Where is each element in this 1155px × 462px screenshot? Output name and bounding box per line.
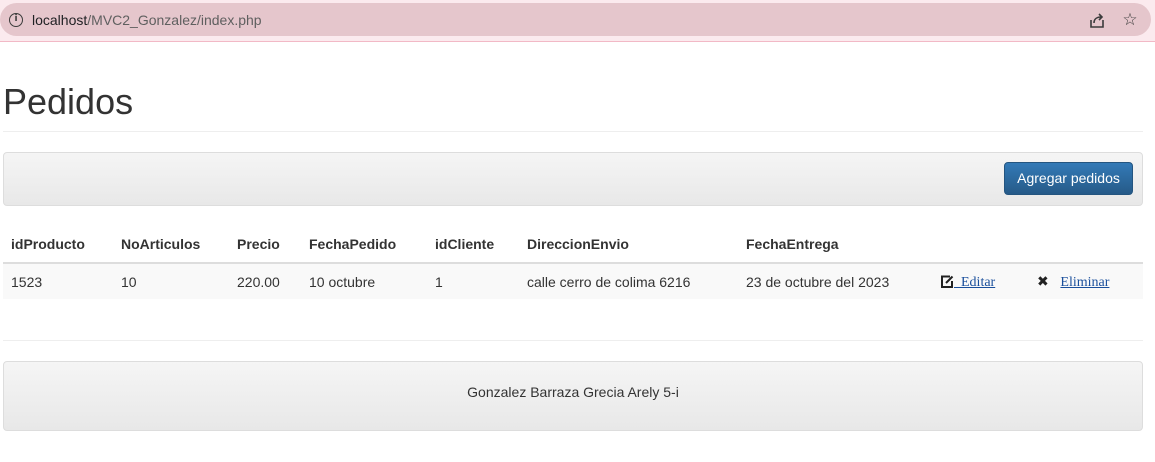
delete-link[interactable]: Eliminar [1060, 275, 1109, 290]
cell-noarticulos: 10 [113, 263, 229, 299]
bookmark-star-icon[interactable]: ☆ [1120, 10, 1140, 30]
remove-icon[interactable]: ✖ [1037, 274, 1049, 290]
header-direccionenvio: DireccionEnvio [519, 226, 738, 264]
title-divider [3, 131, 1143, 132]
add-order-button[interactable]: Agregar pedidos [1004, 162, 1133, 195]
header-fechaentrega: FechaEntrega [738, 226, 932, 264]
share-icon[interactable] [1088, 12, 1106, 30]
edit-cell: Editar [932, 263, 1029, 299]
cell-fechapedido: 10 octubre [301, 263, 427, 299]
browser-toolbar: i localhost/MVC2_Gonzalez/index.php ☆ [0, 0, 1155, 42]
orders-table: idProducto NoArticulos Precio FechaPedid… [3, 226, 1143, 299]
footer-divider [3, 340, 1143, 341]
url-text[interactable]: localhost/MVC2_Gonzalez/index.php [32, 12, 262, 28]
edit-link[interactable]: Editar [954, 275, 995, 290]
table-header-row: idProducto NoArticulos Precio FechaPedid… [3, 226, 1143, 264]
cell-fechaentrega: 23 de octubre del 2023 [738, 263, 932, 299]
header-idproducto: idProducto [3, 226, 113, 264]
toolbar-panel [3, 152, 1143, 206]
header-precio: Precio [229, 226, 301, 264]
url-host: localhost [32, 12, 88, 28]
header-fechapedido: FechaPedido [301, 226, 427, 264]
table-row: 1523 10 220.00 10 octubre 1 calle cerro … [3, 263, 1143, 299]
cell-precio: 220.00 [229, 263, 301, 299]
header-delete [1029, 226, 1143, 264]
edit-link-label: Editar [961, 274, 996, 290]
header-noarticulos: NoArticulos [113, 226, 229, 264]
url-path: /MVC2_Gonzalez/index.php [87, 12, 262, 28]
footer-text: Gonzalez Barraza Grecia Arely 5-i [467, 384, 679, 400]
address-bar[interactable]: i localhost/MVC2_Gonzalez/index.php ☆ [0, 3, 1151, 36]
header-idcliente: idCliente [427, 226, 519, 264]
info-icon[interactable]: i [9, 13, 23, 27]
cell-direccionenvio: calle cerro de colima 6216 [519, 263, 738, 299]
edit-icon[interactable] [940, 275, 954, 289]
cell-idproducto: 1523 [3, 263, 113, 299]
page-title: Pedidos [3, 81, 134, 122]
cell-idcliente: 1 [427, 263, 519, 299]
delete-cell: ✖ Eliminar [1029, 263, 1143, 299]
header-edit [932, 226, 1029, 264]
